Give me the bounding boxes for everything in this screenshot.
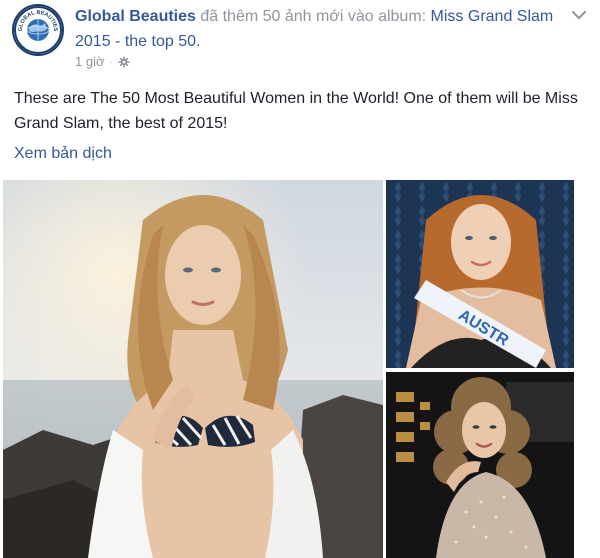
album-photo-main[interactable]: [3, 180, 383, 558]
see-translation-link[interactable]: Xem bản dịch: [14, 145, 112, 163]
gear-icon[interactable]: [118, 56, 130, 68]
page-avatar[interactable]: GLOBAL BEAUTIES: [12, 4, 64, 56]
globe-logo-icon: GLOBAL BEAUTIES: [14, 6, 62, 54]
post-header: Global Beauties đã thêm 50 ảnh mới vào a…: [75, 4, 555, 54]
album-photo-sash[interactable]: AUSTR: [386, 180, 574, 368]
chevron-down-icon: [572, 10, 586, 19]
post-options-button[interactable]: [567, 4, 591, 26]
album-photo-gown[interactable]: [386, 372, 574, 558]
meta-separator: ·: [109, 56, 113, 67]
post-meta: 1 giờ ·: [75, 54, 130, 69]
page-name-link[interactable]: Global Beauties: [75, 8, 196, 25]
post-body-text: These are The 50 Most Beautiful Women in…: [14, 90, 578, 132]
timestamp-link[interactable]: 1 giờ: [75, 54, 105, 69]
post-action-text: đã thêm 50 ảnh mới vào album:: [195, 8, 431, 25]
feed-post: GLOBAL BEAUTIES Global Beauties đã thêm …: [0, 0, 600, 558]
